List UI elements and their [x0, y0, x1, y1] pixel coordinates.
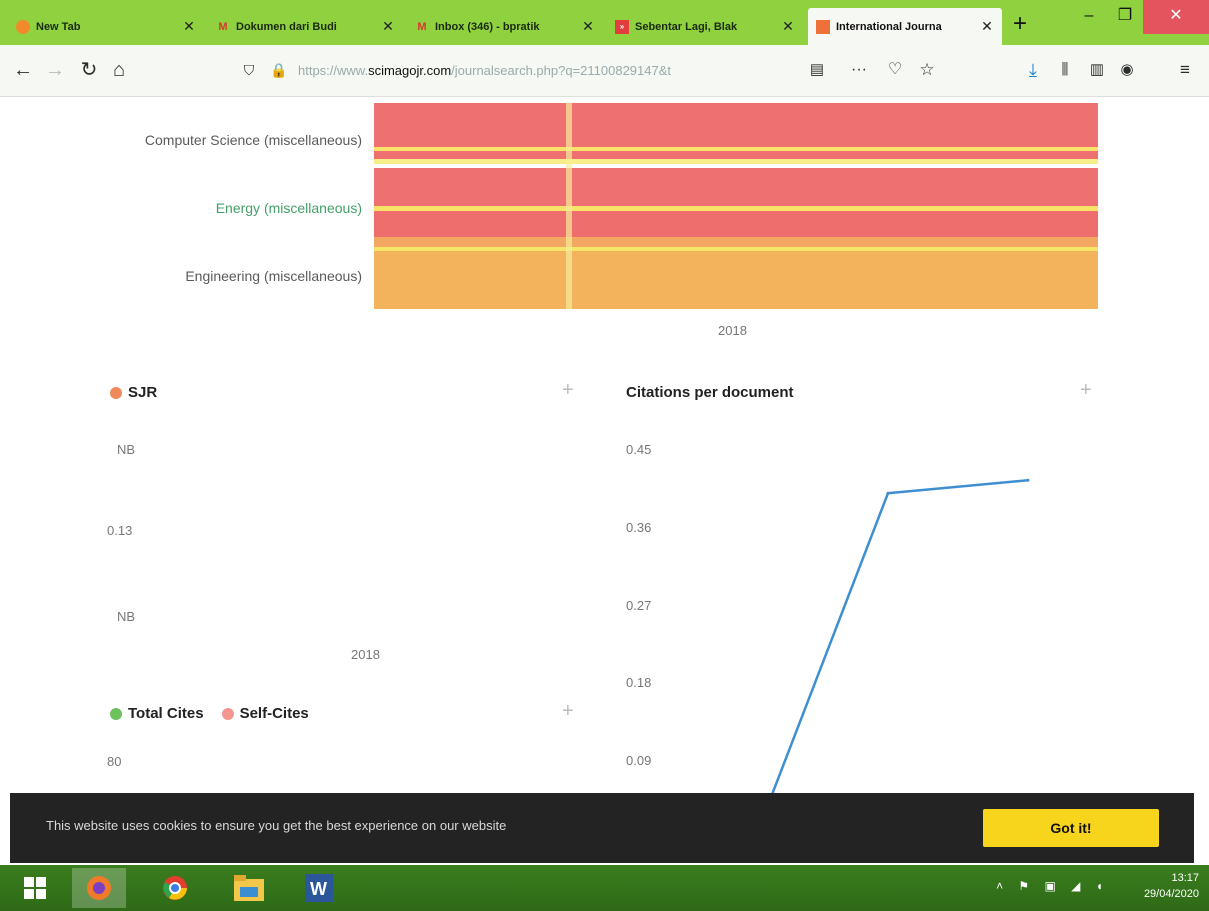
svg-text:W: W — [310, 879, 327, 899]
news-icon: » — [615, 19, 629, 34]
heatmap-x-label: 2018 — [718, 323, 747, 338]
forward-arrow-icon[interactable]: → — [42, 57, 68, 83]
gmail-icon: M — [218, 20, 228, 33]
citations-y-tick: 0.45 — [626, 442, 652, 457]
close-window-icon[interactable]: ✕ — [1143, 0, 1209, 34]
sjr-y-tick: NB — [117, 609, 136, 624]
cites-legend: Total Cites Self-Cites — [110, 705, 309, 722]
tab-title: Dokumen dari Budi — [236, 20, 337, 33]
reload-icon[interactable]: ↻ — [76, 57, 102, 83]
windows-start-icon[interactable] — [8, 868, 62, 908]
citations-y-tick: 0.36 — [626, 519, 652, 535]
taskbar: W ˄ ⚑ ▣ ◢ ◖ 13:17 29/04/2020 — [0, 865, 1209, 911]
sjr-icon — [816, 19, 830, 34]
tab-dokumen[interactable]: M Dokumen dari Budi ✕ — [208, 8, 403, 45]
sjr-title-text: SJR — [128, 384, 158, 401]
cites-y-tick: 80 — [107, 754, 122, 769]
reader-view-icon[interactable]: ▤ — [804, 57, 830, 83]
close-tab-icon[interactable]: ✕ — [781, 18, 795, 35]
heatmap-category-label: Computer Science (miscellaneous) — [144, 132, 362, 148]
citations-chart-title: Citations per document — [626, 384, 794, 401]
back-arrow-icon[interactable]: ← — [10, 57, 36, 83]
shield-icon[interactable]: ⛉ — [236, 57, 262, 83]
url-prefix: https://www. — [298, 62, 369, 78]
citations-y-tick: 0.27 — [626, 597, 652, 613]
tab-title: International Journa — [836, 20, 942, 33]
sjr-title: SJR — [110, 384, 157, 401]
tab-international-journal[interactable]: International Journa ✕ — [808, 8, 1002, 45]
tab-sebentar[interactable]: » Sebentar Lagi, Blak ✕ — [607, 8, 803, 45]
close-tab-icon[interactable]: ✕ — [381, 18, 395, 35]
bookmark-star-icon[interactable]: ☆ — [914, 57, 940, 83]
tab-new-tab[interactable]: New Tab ✕ — [8, 8, 204, 45]
sjr-expand-icon[interactable]: + — [562, 379, 574, 402]
window-controls: – ❐ ✕ — [1071, 0, 1209, 34]
tab-title: Sebentar Lagi, Blak — [635, 20, 738, 33]
account-icon[interactable]: ◉ — [1114, 57, 1140, 83]
sjr-x-label: 2018 — [351, 647, 380, 662]
citations-data-point[interactable] — [1026, 478, 1030, 482]
close-tab-icon[interactable]: ✕ — [980, 18, 994, 35]
file-explorer-icon[interactable] — [222, 868, 276, 908]
tab-strip: New Tab ✕ M Dokumen dari Budi ✕ M Inbox … — [0, 0, 1209, 45]
citations-y-tick: 0.18 — [626, 675, 652, 691]
library-icon[interactable]: ⫼ — [1052, 57, 1078, 83]
heatmap-category-label: Engineering (miscellaneous) — [185, 268, 362, 284]
sjr-dot — [110, 386, 122, 399]
citations-expand-icon[interactable]: + — [1080, 379, 1092, 402]
system-tray-icons[interactable]: ˄ ⚑ ▣ ◢ ◖ — [996, 879, 1109, 893]
sjr-y-tick: NB — [117, 442, 136, 457]
tab-inbox[interactable]: M Inbox (346) - bpratik ✕ — [407, 8, 603, 45]
page-content: Computer Science (miscellaneous) Energy … — [0, 97, 1209, 911]
pocket-icon[interactable]: ♡ — [882, 57, 908, 83]
firefox-taskbar-icon[interactable] — [72, 868, 126, 908]
tab-title: New Tab — [36, 20, 81, 33]
sidebar-icon[interactable]: ▥ — [1084, 57, 1110, 83]
close-tab-icon[interactable]: ✕ — [182, 18, 196, 35]
tab-title: Inbox (346) - bpratik — [435, 20, 540, 33]
total-cites-dot — [110, 707, 122, 720]
url-path: /journalsearch.php?q=21100829147&t — [451, 62, 672, 78]
navigation-bar: ← → ↻ ⌂ ⛉ 🔒 https://www. scimagojr.com/jo… — [0, 45, 1209, 97]
url-host: scimagojr.com — [368, 62, 452, 78]
menu-icon[interactable]: ≡ — [1172, 57, 1198, 83]
citations-data-point[interactable] — [886, 491, 890, 495]
restore-icon[interactable]: ❐ — [1107, 0, 1143, 34]
heatmap-category-label: Energy (miscellaneous) — [215, 200, 362, 216]
word-taskbar-icon[interactable]: W — [292, 868, 346, 908]
citations-series-line — [762, 478, 1029, 817]
download-icon[interactable]: ⤓ — [1020, 57, 1046, 83]
cites-expand-icon[interactable]: + — [562, 700, 574, 723]
home-icon[interactable]: ⌂ — [106, 57, 132, 83]
firefox-icon — [16, 19, 30, 34]
cookie-banner: This website uses cookies to ensure you … — [10, 793, 1194, 863]
gmail-icon: M — [417, 20, 427, 33]
new-tab-button[interactable]: + — [1003, 8, 1037, 42]
clock-date: 29/04/2020 — [1143, 888, 1199, 900]
sjr-y-tick: 0.13 — [107, 523, 133, 538]
cookie-message: This website uses cookies to ensure you … — [46, 818, 507, 833]
lock-icon: 🔒 — [270, 62, 288, 78]
citations-chart — [762, 478, 1030, 817]
minimize-icon[interactable]: – — [1071, 0, 1107, 34]
accept-cookies-button[interactable]: Got it! — [983, 809, 1159, 847]
more-actions-icon[interactable]: ··· — [846, 57, 872, 83]
url-field[interactable]: https://www. scimagojr.com/journalsearch.… — [298, 55, 798, 85]
chrome-taskbar-icon[interactable] — [148, 868, 202, 908]
total-cites-label: Total Cites — [128, 705, 204, 722]
close-tab-icon[interactable]: ✕ — [581, 18, 595, 35]
clock-time: 13:17 — [1171, 872, 1199, 884]
subject-heatmap — [374, 103, 1098, 309]
citations-y-tick: 0.09 — [626, 753, 652, 768]
self-cites-label: Self-Cites — [239, 705, 309, 722]
taskbar-clock[interactable]: 13:17 29/04/2020 — [1144, 870, 1199, 902]
self-cites-dot — [221, 707, 234, 720]
